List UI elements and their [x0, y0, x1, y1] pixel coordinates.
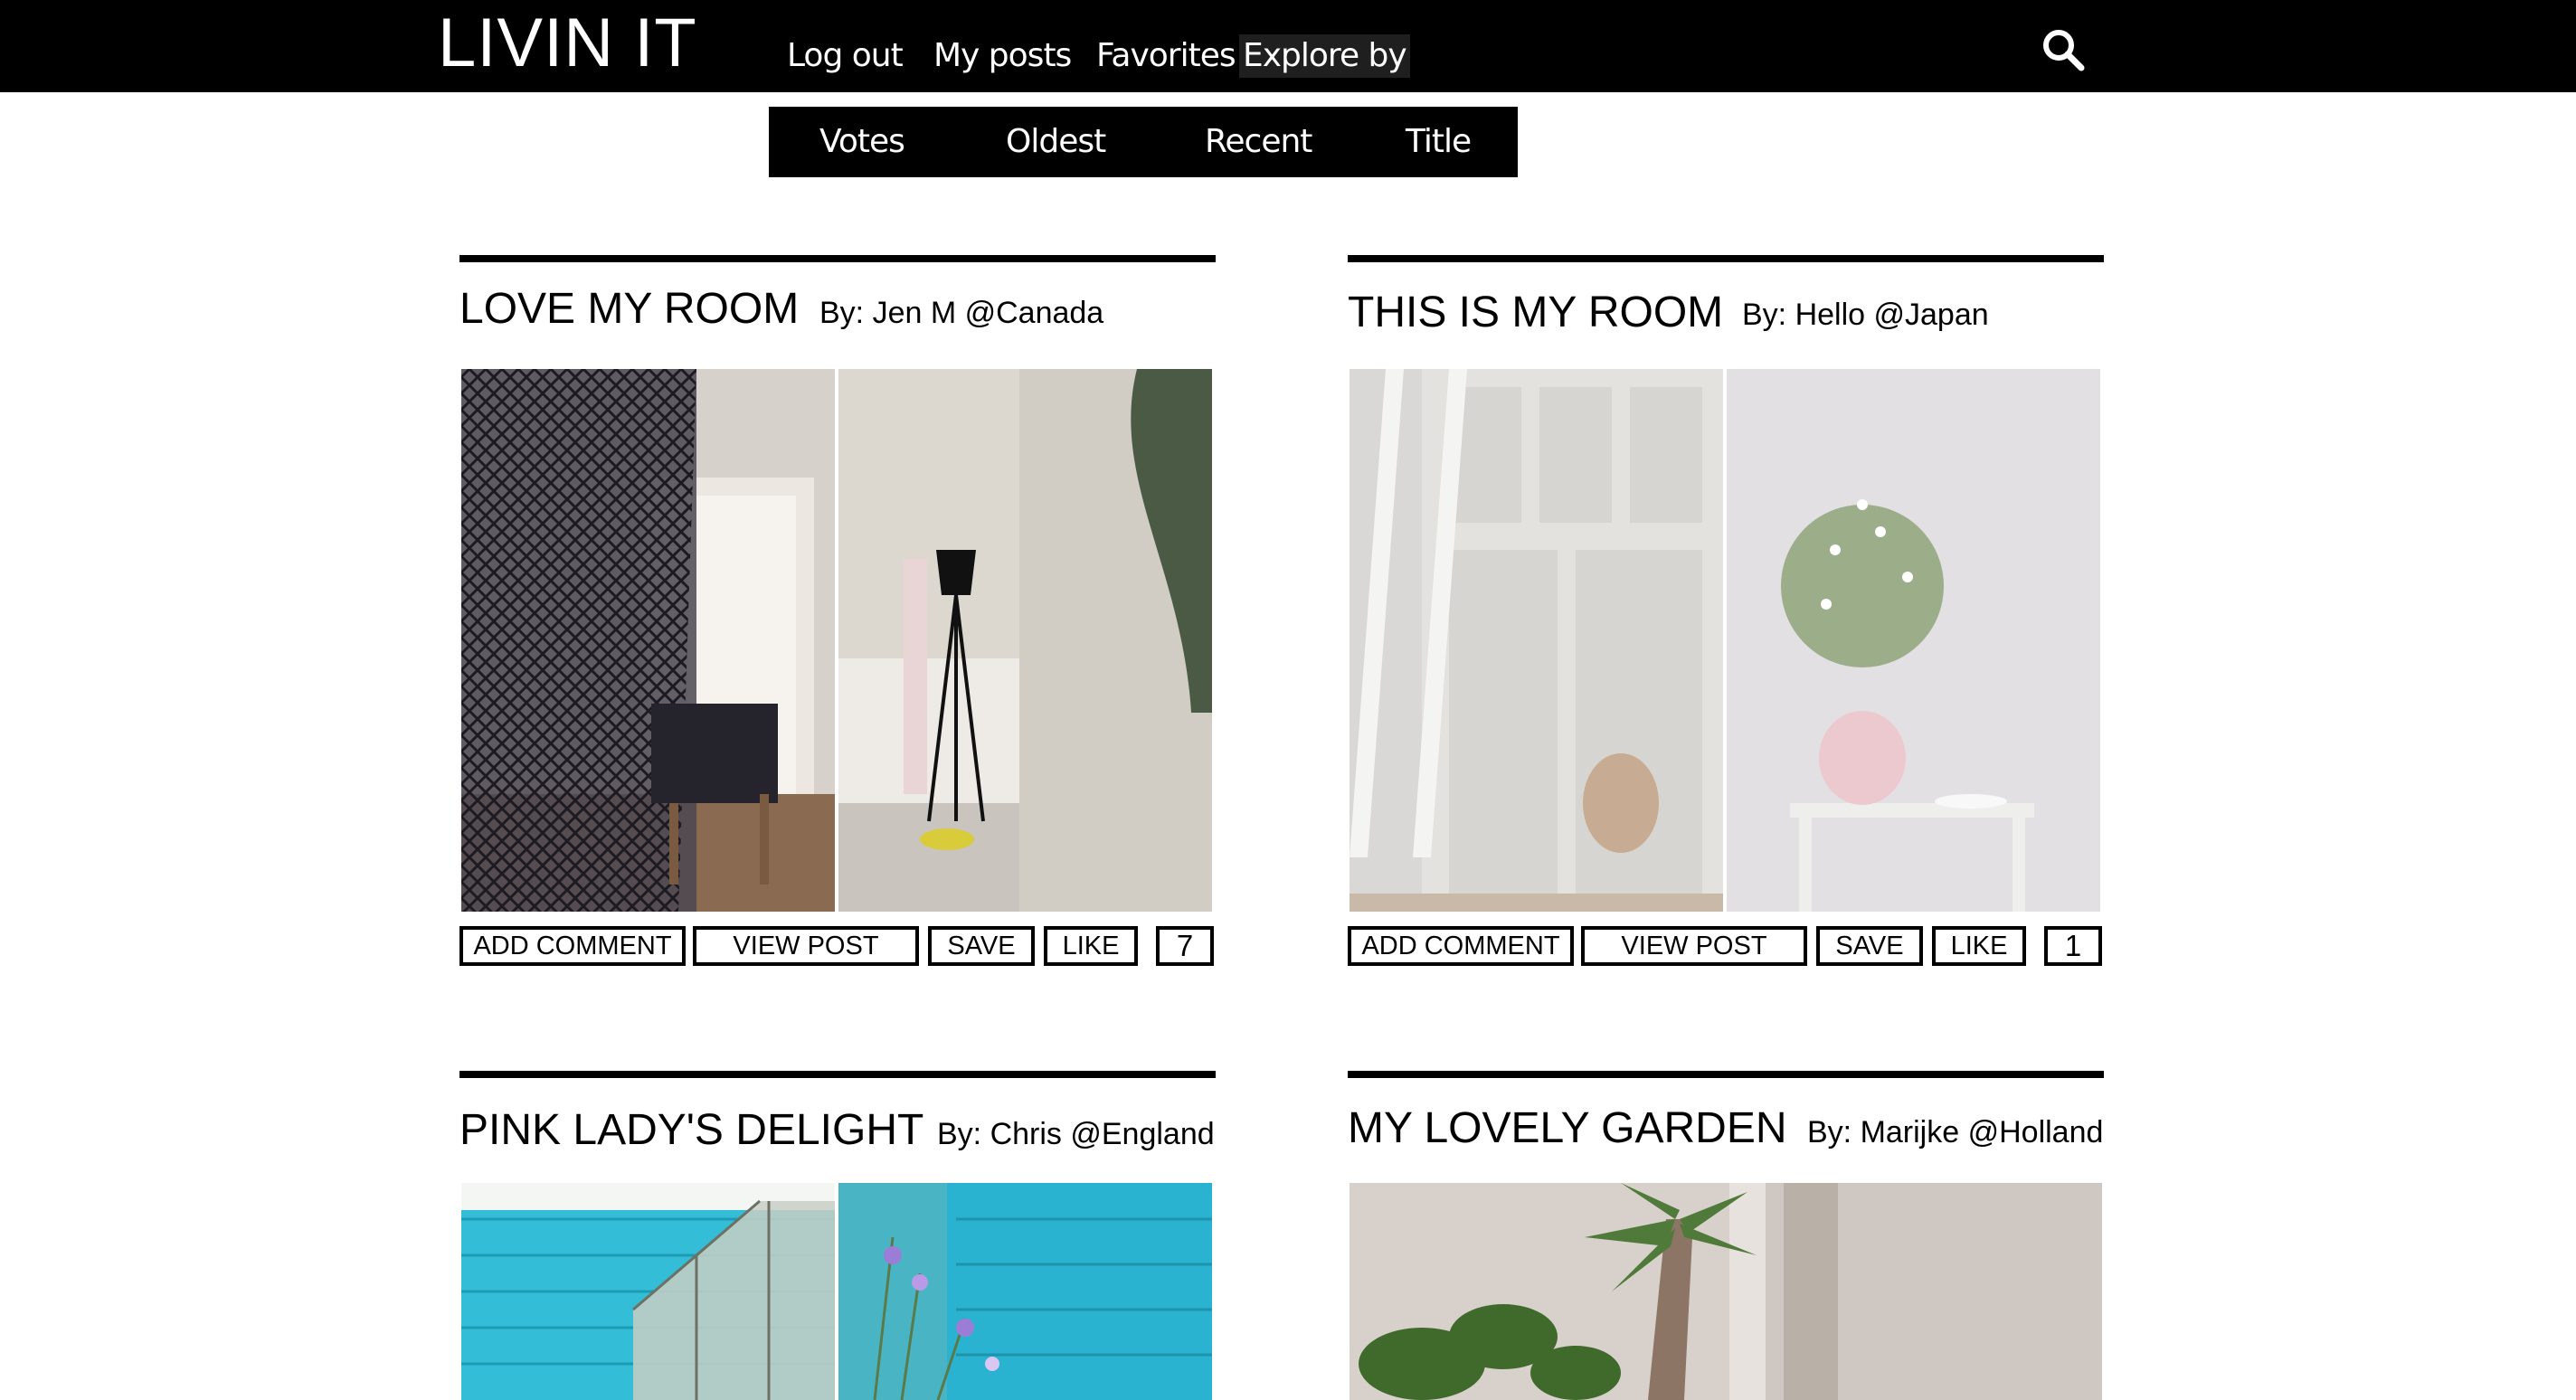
post-actions: ADD COMMENT VIEW POST SAVE LIKE 7 [459, 926, 1216, 966]
like-count: 1 [2044, 926, 2102, 966]
top-navigation-bar: LIVIN IT Log out My posts Favorites Expl… [0, 0, 2576, 92]
like-button[interactable]: LIKE [1932, 926, 2026, 966]
post-divider [459, 1071, 1216, 1078]
search-icon[interactable] [2041, 27, 2086, 72]
post-author[interactable]: By: Chris @England [937, 1116, 1215, 1152]
site-logo[interactable]: LIVIN IT [438, 9, 697, 78]
sort-option-title[interactable]: Title [1406, 119, 1472, 165]
view-post-button[interactable]: VIEW POST [693, 926, 919, 966]
post-photos[interactable] [459, 1183, 1216, 1400]
post-photo[interactable] [1350, 369, 1723, 912]
add-comment-button[interactable]: ADD COMMENT [459, 926, 686, 966]
post-title[interactable]: MY LOVELY GARDEN [1348, 1103, 1787, 1154]
post-photos[interactable] [459, 369, 1216, 912]
post-author[interactable]: By: Jen M @Canada [819, 295, 1103, 331]
post-photo[interactable] [461, 1183, 835, 1400]
sort-option-votes[interactable]: Votes [819, 119, 905, 165]
like-count: 7 [1156, 926, 1214, 966]
like-button[interactable]: LIKE [1044, 926, 1138, 966]
post-divider [1348, 1071, 2104, 1078]
view-post-button[interactable]: VIEW POST [1581, 926, 1807, 966]
post-title[interactable]: PINK LADY'S DELIGHT [459, 1105, 923, 1156]
post-photos[interactable] [1348, 1183, 2104, 1400]
post-photo[interactable] [461, 369, 835, 912]
post-photo[interactable] [1727, 369, 2100, 912]
explore-by-dropdown: Votes Oldest Recent Title [769, 107, 1518, 177]
nav-item-my-posts[interactable]: My posts [933, 34, 1072, 78]
nav-item-explore-by[interactable]: Explore by [1239, 34, 1410, 78]
nav-item-log-out[interactable]: Log out [787, 34, 904, 78]
post-actions: ADD COMMENT VIEW POST SAVE LIKE 1 [1348, 926, 2104, 966]
post-photo[interactable] [838, 369, 1212, 912]
save-button[interactable]: SAVE [1816, 926, 1923, 966]
post-card: PINK LADY'S DELIGHT By: Chris @England [459, 1071, 1216, 1400]
save-button[interactable]: SAVE [928, 926, 1035, 966]
post-photo[interactable] [838, 1183, 1212, 1400]
sort-option-oldest[interactable]: Oldest [1006, 119, 1106, 165]
sort-option-recent[interactable]: Recent [1205, 119, 1312, 165]
post-title[interactable]: LOVE MY ROOM [459, 284, 799, 335]
add-comment-button[interactable]: ADD COMMENT [1348, 926, 1574, 966]
nav-item-favorites[interactable]: Favorites [1096, 34, 1236, 78]
post-photos[interactable] [1348, 369, 2104, 912]
post-photo[interactable] [1350, 1183, 2102, 1400]
post-author[interactable]: By: Marijke @Holland [1807, 1114, 2103, 1150]
post-card: LOVE MY ROOM By: Jen M @Canada ADD COMME… [459, 255, 1216, 966]
post-divider [459, 255, 1216, 262]
post-author[interactable]: By: Hello @Japan [1742, 297, 1989, 333]
post-card: MY LOVELY GARDEN By: Marijke @Holland [1348, 1071, 2104, 1400]
post-divider [1348, 255, 2104, 262]
post-card: THIS IS MY ROOM By: Hello @Japan ADD COM… [1348, 255, 2104, 966]
post-title[interactable]: THIS IS MY ROOM [1348, 288, 1723, 338]
